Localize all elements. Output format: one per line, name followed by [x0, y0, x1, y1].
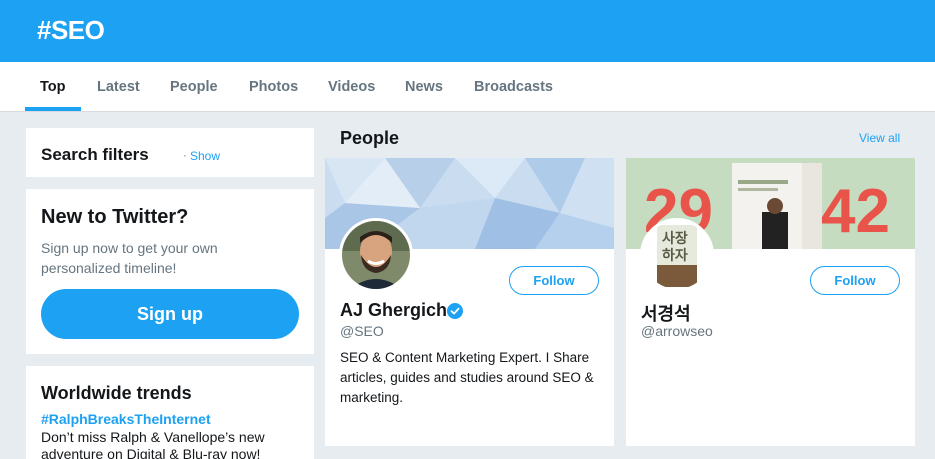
user-card[interactable]: Follow AJ Ghergich @SEO SEO & Content Ma… [325, 158, 614, 446]
view-all-link[interactable]: View all [859, 131, 900, 145]
tab-people[interactable]: People [170, 79, 218, 95]
new-to-twitter-title: New to Twitter? [41, 206, 189, 228]
header-bar: #SEO [0, 0, 935, 62]
banner-number-right: 42 [821, 177, 890, 246]
avatar-book-text-2: 하자 [662, 247, 688, 264]
trends-title: Worldwide trends [41, 383, 192, 403]
separator-dot: · [183, 150, 187, 162]
sign-up-button[interactable]: Sign up [41, 289, 299, 339]
tab-top[interactable]: Top [40, 79, 66, 95]
tab-bar: Top Latest People Photos Videos News Bro… [0, 62, 935, 112]
user-card[interactable]: 29 42 사장 하자 Follow 서경석 @arrowseo [626, 158, 915, 446]
people-section-title: People [340, 128, 400, 148]
page-title: #SEO [37, 15, 105, 45]
verified-badge-icon [447, 303, 463, 319]
avatar[interactable]: 사장 하자 [640, 218, 714, 292]
follow-button[interactable]: Follow [509, 266, 599, 295]
new-to-twitter-card: New to Twitter? Sign up now to get your … [26, 189, 314, 354]
signup-prompt-text: Sign up now to get your own personalized… [41, 240, 218, 276]
search-filters-card: Search filters · Show [26, 128, 314, 177]
trend-description: Don’t miss Ralph & Vanellope’s new adven… [41, 429, 265, 459]
worldwide-trends-card: Worldwide trends #RalphBreaksTheInternet… [26, 366, 314, 459]
tab-videos[interactable]: Videos [328, 79, 375, 95]
tab-photos[interactable]: Photos [249, 79, 298, 95]
follow-button[interactable]: Follow [810, 266, 900, 295]
tab-broadcasts[interactable]: Broadcasts [474, 79, 553, 95]
avatar-book-text-1: 사장 [662, 230, 688, 247]
user-handle[interactable]: @arrowseo [641, 323, 713, 339]
show-filters-link[interactable]: Show [190, 149, 220, 163]
trend-hashtag-link[interactable]: #RalphBreaksTheInternet [41, 411, 211, 427]
user-name[interactable]: AJ Ghergich [340, 300, 447, 321]
user-handle[interactable]: @SEO [340, 323, 384, 339]
tab-latest[interactable]: Latest [97, 79, 140, 95]
tab-news[interactable]: News [405, 79, 443, 95]
search-filters-title: Search filters [41, 145, 149, 164]
avatar[interactable] [339, 218, 413, 292]
user-bio: SEO & Content Marketing Expert. I Share … [340, 350, 594, 405]
active-tab-indicator [25, 107, 81, 111]
